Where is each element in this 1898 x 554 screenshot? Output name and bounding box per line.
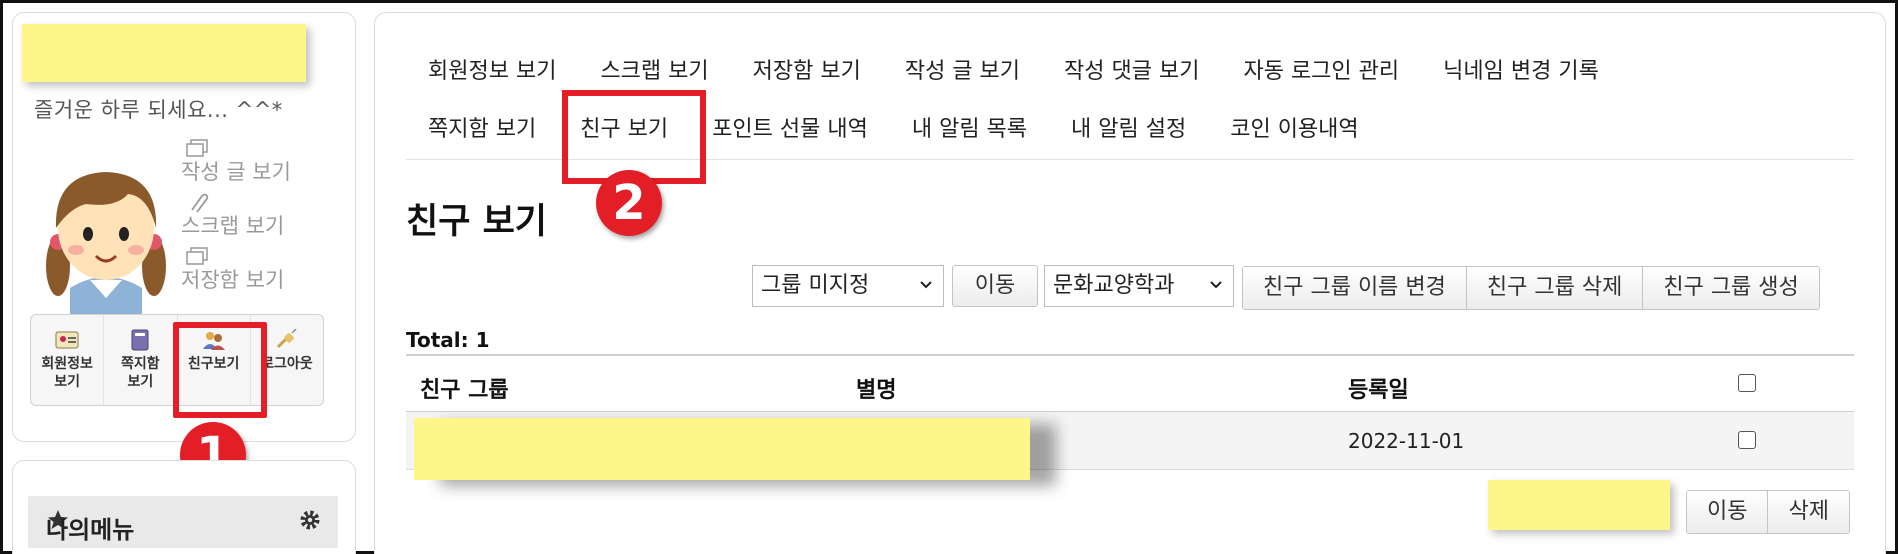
bottom-actions: 이동 삭제 (1686, 490, 1850, 534)
greeting-text: 즐거운 하루 되세요... ^^* (34, 98, 283, 122)
id-card-icon (55, 331, 79, 349)
chevron-down-icon (920, 281, 932, 289)
quick-link-saved[interactable]: 저장함 보기 (168, 240, 338, 294)
row-checkbox[interactable] (1738, 431, 1756, 449)
group-select[interactable]: 그룹 미지정 (752, 265, 944, 307)
table-header: 친구 그룹 별명 등록일 (406, 354, 1854, 412)
move-group-button[interactable]: 이동 (952, 265, 1038, 307)
delete-button[interactable]: 삭제 (1768, 491, 1849, 533)
plug-icon (276, 329, 297, 349)
tab-point-gifts[interactable]: 포인트 선물 내역 (690, 110, 890, 150)
quick-link-label: 저장함 보기 (181, 268, 285, 292)
button-label: 쪽지함 (121, 356, 160, 372)
create-group-button[interactable]: 친구 그룹 생성 (1643, 267, 1819, 309)
redacted-username (22, 24, 306, 82)
column-header-nickname: 별명 (856, 378, 897, 403)
tab-notification-settings[interactable]: 내 알림 설정 (1049, 110, 1208, 150)
target-group-select[interactable]: 문화교양학과 (1044, 265, 1234, 307)
avatar (46, 172, 166, 316)
chevron-down-icon (1210, 281, 1222, 289)
group-actions: 친구 그룹 이름 변경 친구 그룹 삭제 친구 그룹 생성 (1242, 266, 1820, 310)
page-title: 친구 보기 (406, 202, 547, 242)
highlight-box-friends-button (173, 322, 267, 418)
quick-link-scrap[interactable]: 스크랩 보기 (168, 186, 338, 240)
tab-row-1: 회원정보 보기 스크랩 보기 저장함 보기 작성 글 보기 작성 댓글 보기 자… (406, 52, 1621, 92)
tab-scrap[interactable]: 스크랩 보기 (578, 52, 730, 92)
tab-notifications[interactable]: 내 알림 목록 (890, 110, 1049, 150)
row-date: 2022-11-01 (1348, 429, 1465, 453)
messages-button[interactable]: 쪽지함 보기 (104, 315, 178, 405)
rename-group-button[interactable]: 친구 그룹 이름 변경 (1243, 267, 1467, 309)
tab-coin-history[interactable]: 코인 이용내역 (1208, 110, 1380, 150)
step-marker-2: 2 (596, 170, 662, 236)
delete-group-button[interactable]: 친구 그룹 삭제 (1466, 267, 1644, 309)
column-header-date: 등록일 (1348, 378, 1409, 403)
quick-link-label: 작성 글 보기 (181, 160, 291, 184)
mymenu-title: 나의메뉴 (46, 516, 135, 544)
quick-link-posts[interactable]: 작성 글 보기 (168, 132, 338, 186)
tab-messages[interactable]: 쪽지함 보기 (406, 110, 558, 150)
target-group-select-value: 문화교양학과 (1053, 273, 1175, 298)
tab-my-posts[interactable]: 작성 글 보기 (883, 52, 1042, 92)
tab-row-2: 쪽지함 보기 친구 보기 포인트 선물 내역 내 알림 목록 내 알림 설정 코… (406, 110, 1381, 150)
tab-my-comments[interactable]: 작성 댓글 보기 (1042, 52, 1221, 92)
button-label: 보기 (54, 374, 80, 390)
tab-member-info[interactable]: 회원정보 보기 (406, 52, 578, 92)
redacted-friend-info (414, 418, 1030, 480)
tab-nickname-history[interactable]: 닉네임 변경 기록 (1421, 52, 1621, 92)
member-info-button[interactable]: 회원정보 보기 (31, 315, 105, 405)
tab-auto-login[interactable]: 자동 로그인 관리 (1221, 52, 1421, 92)
column-header-group: 친구 그룹 (420, 378, 509, 403)
notebook-icon (131, 329, 149, 351)
quick-link-label: 스크랩 보기 (181, 214, 285, 238)
tab-saved[interactable]: 저장함 보기 (731, 52, 883, 92)
total-count: Total: 1 (406, 328, 490, 352)
group-select-value: 그룹 미지정 (761, 273, 870, 298)
button-label: 보기 (127, 374, 154, 390)
button-label: 회원정보 (41, 356, 93, 372)
select-all-checkbox[interactable] (1738, 374, 1756, 392)
redacted-select (1488, 480, 1670, 530)
gear-icon[interactable] (298, 508, 322, 532)
move-button[interactable]: 이동 (1687, 491, 1769, 533)
